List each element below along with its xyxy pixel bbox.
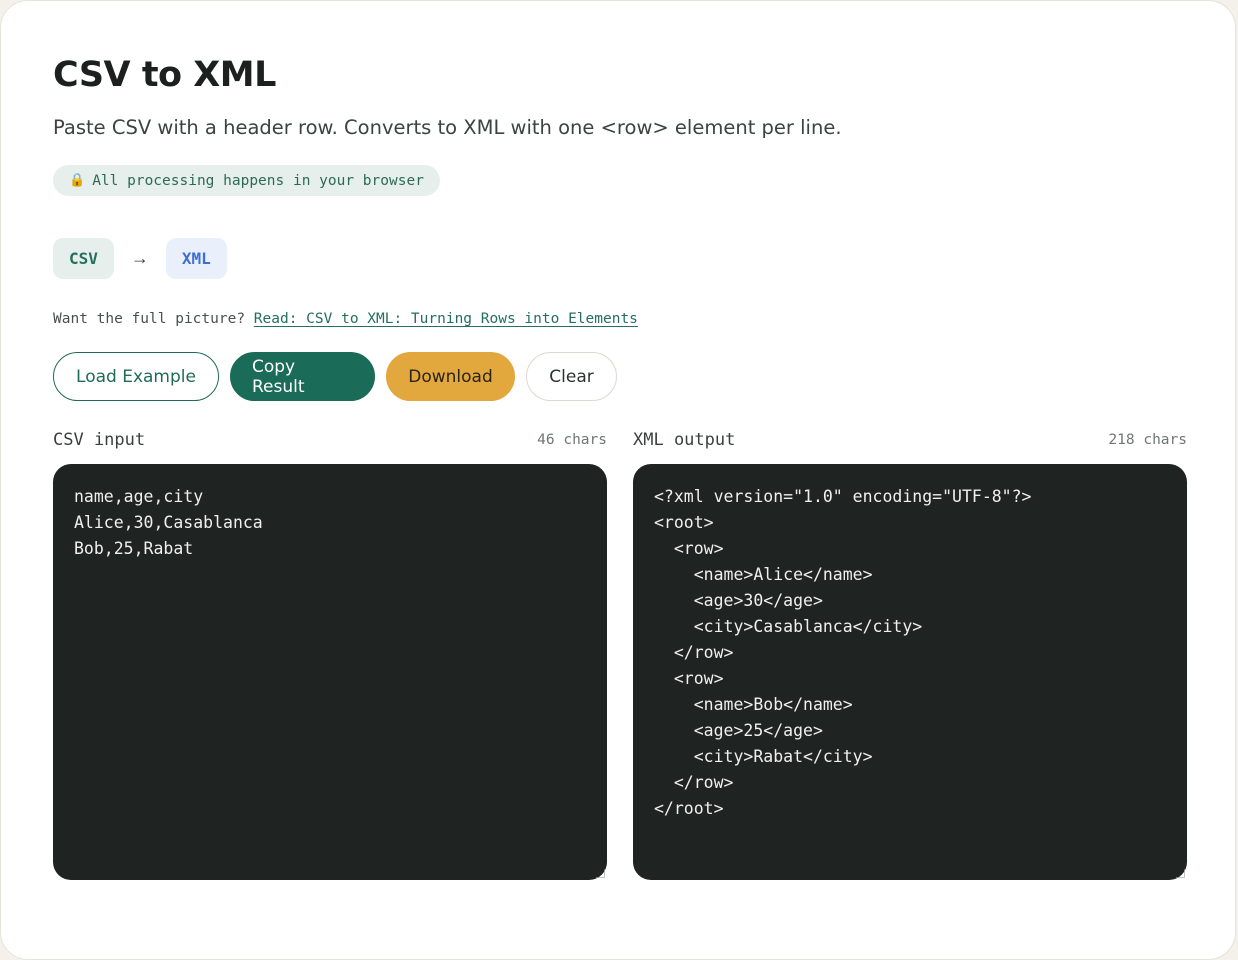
readmore-line: Want the full picture? Read: CSV to XML:…	[53, 311, 638, 327]
clear-button[interactable]: Clear	[526, 352, 617, 401]
output-panel-label: XML output	[633, 430, 736, 450]
input-char-count: 46 chars	[537, 432, 607, 448]
page-title: CSV to XML	[53, 55, 276, 95]
privacy-badge: 🔒 All processing happens in your browser	[53, 165, 440, 196]
format-indicator: CSV → XML	[53, 238, 227, 279]
xml-output-textarea[interactable]: <?xml version="1.0" encoding="UTF-8"?> <…	[633, 464, 1187, 880]
target-format-chip: XML	[165, 238, 227, 279]
action-toolbar: Load Example Copy Result Download Clear	[53, 352, 617, 401]
load-example-button[interactable]: Load Example	[53, 352, 219, 401]
input-panel-label: CSV input	[53, 430, 146, 450]
lock-icon: 🔒	[69, 173, 86, 188]
output-resize-handle[interactable]	[1176, 869, 1187, 880]
arrow-right-icon: →	[130, 248, 149, 268]
readmore-link[interactable]: Read: CSV to XML: Turning Rows into Elem…	[254, 311, 638, 327]
copy-result-button[interactable]: Copy Result	[230, 352, 375, 401]
output-char-count: 218 chars	[1108, 432, 1187, 448]
download-button[interactable]: Download	[386, 352, 515, 401]
readmore-prefix: Want the full picture?	[53, 311, 246, 327]
source-format-chip: CSV	[53, 238, 114, 279]
privacy-badge-text: All processing happens in your browser	[92, 172, 424, 189]
page-subtitle: Paste CSV with a header row. Converts to…	[53, 116, 842, 139]
csv-input-textarea[interactable]: name,age,city Alice,30,Casablanca Bob,25…	[53, 464, 607, 880]
input-resize-handle[interactable]	[596, 869, 607, 880]
converter-card: CSV to XML Paste CSV with a header row. …	[0, 0, 1236, 960]
